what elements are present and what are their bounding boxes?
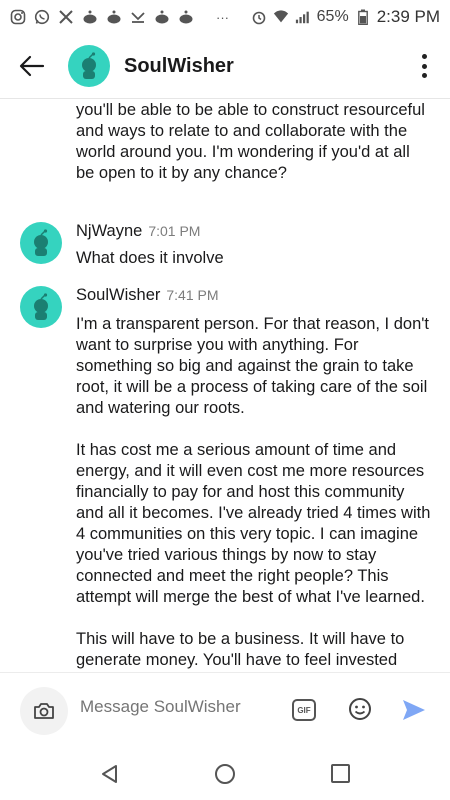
notification-icons: ··· [0, 9, 229, 25]
avatar[interactable] [68, 45, 110, 87]
camera-button[interactable] [20, 687, 68, 735]
snoo-avatar-icon [82, 52, 96, 79]
snoo-avatar-icon [34, 229, 48, 256]
message-paragraph: It has cost me a serious amount of time … [76, 441, 431, 606]
page-title: SoulWisher [124, 54, 234, 77]
whatsapp-icon [34, 9, 50, 25]
signal-icon [295, 9, 311, 25]
system-navigation-bar [0, 748, 450, 800]
status-bar: ··· 65% 2:39 PM [0, 0, 450, 34]
send-button[interactable] [401, 697, 427, 723]
message-paragraph: I'm a transparent person. For that reaso… [76, 315, 429, 417]
battery-percent: 65% [316, 8, 349, 25]
battery-icon [355, 9, 371, 25]
timestamp: 7:01 PM [148, 223, 201, 239]
reddit-icon [178, 9, 194, 25]
avatar[interactable] [20, 286, 62, 328]
kebab-menu-icon [421, 54, 427, 59]
kebab-menu-icon [421, 63, 427, 69]
missed-call-icon [130, 9, 146, 25]
triangle-back-icon [102, 765, 117, 783]
reddit-icon [82, 9, 98, 25]
instagram-icon [10, 9, 26, 25]
emoji-icon [349, 698, 371, 720]
message-meta: SoulWisher 7:41 PM [76, 286, 219, 305]
message-list[interactable]: you'll be able to be able to construct r… [0, 98, 450, 672]
message-paragraph: What does it involve [76, 249, 224, 267]
gif-label: GIF [297, 705, 311, 715]
snoo-avatar-icon [34, 293, 48, 320]
nav-home-button[interactable] [215, 764, 235, 784]
message-body: What does it involve [76, 248, 432, 290]
camera-icon [34, 703, 54, 719]
author-name[interactable]: SoulWisher [76, 286, 160, 305]
emoji-button[interactable] [348, 697, 372, 721]
message-body-continued: you'll be able to be able to construct r… [76, 101, 425, 182]
more-notifications-indicator: ··· [216, 9, 229, 25]
clock: 2:39 PM [376, 7, 440, 26]
message-body: I'm a transparent person. For that reaso… [76, 314, 432, 672]
back-button[interactable] [12, 46, 52, 86]
reddit-icon [154, 9, 170, 25]
system-status: 65% 2:39 PM [251, 7, 450, 27]
chat-header: SoulWisher [0, 34, 450, 99]
wifi-icon [273, 9, 289, 25]
timestamp: 7:41 PM [166, 287, 219, 303]
message-meta: NjWayne 7:01 PM [76, 222, 200, 241]
nav-recents-button[interactable] [331, 764, 350, 783]
message-composer: GIF [0, 672, 450, 749]
message-input[interactable] [80, 697, 280, 717]
alarm-icon [251, 9, 267, 25]
reddit-icon [106, 9, 122, 25]
arrow-left-icon [19, 55, 45, 77]
x-icon [58, 9, 74, 25]
kebab-menu-icon [421, 73, 427, 78]
message-paragraph: This will have to be a business. It will… [76, 630, 405, 669]
nav-back-button[interactable] [100, 764, 120, 789]
author-name[interactable]: NjWayne [76, 222, 142, 241]
avatar[interactable] [20, 222, 62, 264]
send-icon [403, 700, 425, 720]
gif-button[interactable]: GIF [292, 699, 316, 721]
more-options-button[interactable] [420, 54, 428, 78]
